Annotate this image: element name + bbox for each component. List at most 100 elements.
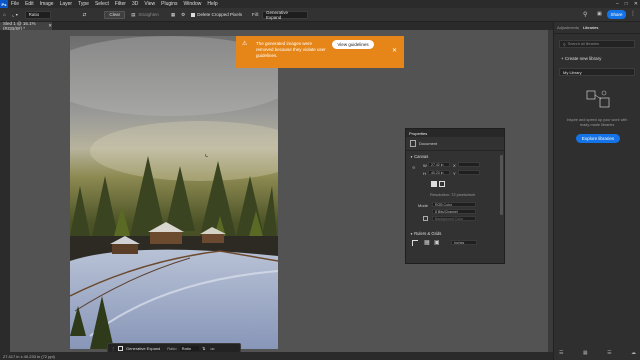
document-canvas-image[interactable] xyxy=(70,36,278,349)
search-icon[interactable]: ⚲ xyxy=(583,11,587,18)
fill-swatch-icon[interactable] xyxy=(423,216,428,221)
close-tab-icon[interactable]: ✕ xyxy=(48,23,52,29)
create-library-link[interactable]: + Create new library xyxy=(561,56,601,61)
menu-help[interactable]: Help xyxy=(204,1,220,7)
search-icon: ⚲ xyxy=(563,42,566,47)
bit-depth-select[interactable]: 8 Bits/Channel xyxy=(432,209,476,214)
straighten-icon[interactable]: ▤ xyxy=(131,12,135,18)
document-label: Document xyxy=(419,141,438,146)
library-search-input[interactable]: ⚲ Search all libraries xyxy=(559,40,635,48)
properties-title: Properties xyxy=(409,130,428,136)
generative-expand-icon[interactable] xyxy=(118,345,123,351)
overlay-grid-icon[interactable]: ▦ xyxy=(171,12,175,18)
width-input[interactable]: 27.42 in xyxy=(428,162,450,167)
search-placeholder: Search all libraries xyxy=(567,42,600,46)
document-tab-bar: Sled 1 @ 16.1% (RGB/8#) * ✕ xyxy=(0,21,553,31)
maximize-icon[interactable]: □ xyxy=(625,1,628,7)
panel-bottom-icons: ☰ ▦ ☰ ☁ xyxy=(559,350,636,356)
status-bar: 27.417 in x 40.233 in (72 ppi) xyxy=(0,352,553,360)
clear-label: Clear xyxy=(109,12,121,17)
y-input[interactable] xyxy=(458,170,480,175)
menu-filter[interactable]: Filter xyxy=(112,1,129,7)
chevron-down-icon[interactable]: ▼ xyxy=(15,13,18,17)
mode-select[interactable]: RGB Color xyxy=(432,202,476,207)
menu-window[interactable]: Window xyxy=(181,1,205,7)
portrait-icon[interactable] xyxy=(431,181,437,187)
delete-cropped-label: Delete Cropped Pixels xyxy=(197,12,242,17)
tools-panel xyxy=(0,30,10,360)
crop-cursor-icon: ⌞ xyxy=(205,151,209,158)
share-button[interactable]: Share xyxy=(607,10,626,19)
y-label: Y xyxy=(453,171,456,176)
guides-icon[interactable]: ▣ xyxy=(434,239,440,246)
fill-select[interactable]: Generative Expand xyxy=(262,9,308,20)
delete-cropped-checkbox[interactable] xyxy=(191,12,196,17)
document-tab[interactable]: Sled 1 @ 16.1% (RGB/8#) * ✕ xyxy=(0,21,52,31)
swap-icon[interactable]: ⇄ xyxy=(83,12,87,18)
workspace-icon[interactable]: ▣ xyxy=(597,11,602,17)
photoshop-logo: Ps xyxy=(0,0,8,8)
explore-libraries-button[interactable]: Explore libraries xyxy=(576,134,620,143)
view-guidelines-button[interactable]: View guidelines xyxy=(332,40,374,49)
warning-icon: ⚠ xyxy=(242,41,248,47)
height-input[interactable]: 40.23 in xyxy=(428,170,450,175)
clear-button[interactable]: Clear xyxy=(104,10,126,19)
list-view-icon[interactable]: ☰ xyxy=(607,350,611,356)
menu-plugins[interactable]: Plugins xyxy=(158,1,180,7)
menu-file[interactable]: File xyxy=(8,1,22,7)
generative-expand-button[interactable]: Generative Expand xyxy=(126,346,160,351)
h-label: H xyxy=(423,171,426,176)
menu-view[interactable]: View xyxy=(141,1,158,7)
menu-select[interactable]: Select xyxy=(92,1,112,7)
grid-icon[interactable]: ▦ xyxy=(424,239,430,246)
properties-scrollbar[interactable] xyxy=(500,155,503,215)
crop-tool-icon[interactable]: ⌞ xyxy=(12,12,14,18)
x-label: X xyxy=(453,163,456,168)
menu-layer[interactable]: Layer xyxy=(57,1,76,7)
more-options-icon[interactable]: ⋮ xyxy=(630,10,636,17)
more-icon[interactable]: ••• xyxy=(210,346,214,351)
tab-libraries[interactable]: Libraries xyxy=(583,25,598,30)
chevron-down-icon: ▼ xyxy=(410,232,413,236)
ruler-icon[interactable] xyxy=(412,240,418,246)
ratio-dropdown[interactable]: Ratio xyxy=(179,345,199,351)
status-text: 27.417 in x 40.233 in (72 ppi) xyxy=(3,354,55,359)
cloud-icon[interactable]: ☁ xyxy=(631,350,636,356)
fill-label: Fill: xyxy=(252,12,259,17)
canvas-section-header[interactable]: ▼ Canvas xyxy=(406,151,504,162)
warning-message: The generated images were removed becaus… xyxy=(256,41,326,58)
ratio-value: Ratio xyxy=(28,12,40,17)
rulers-section-header[interactable]: ▼ Rulers & Grids xyxy=(406,228,504,239)
minimize-icon[interactable]: – xyxy=(616,1,619,7)
menu-edit[interactable]: Edit xyxy=(22,1,37,7)
units-select[interactable]: Inches xyxy=(451,240,477,245)
menu-image[interactable]: Image xyxy=(37,1,57,7)
mode-label: Mode xyxy=(418,203,429,208)
filter-icon[interactable]: ☰ xyxy=(559,350,563,356)
fill-value: Generative Expand xyxy=(266,9,289,20)
tab-adjustments[interactable]: Adjustments xyxy=(557,25,579,30)
close-window-icon[interactable]: ✕ xyxy=(634,1,638,7)
menu-3d[interactable]: 3D xyxy=(129,1,141,7)
drag-handle-icon[interactable]: ⋮ xyxy=(111,346,115,351)
properties-header[interactable]: Properties xyxy=(406,129,504,137)
library-select-value: My Library xyxy=(563,69,582,75)
landscape-icon[interactable] xyxy=(439,181,445,187)
x-input[interactable] xyxy=(458,162,480,167)
library-illustration-icon xyxy=(586,90,610,108)
window-controls: – □ ✕ xyxy=(616,0,638,8)
link-dimensions-icon[interactable]: ∝ xyxy=(412,165,416,171)
ratio-select[interactable]: Ratio xyxy=(24,10,51,19)
orientation-icon[interactable]: ⇅ xyxy=(202,346,205,351)
background-fill-select[interactable]: Background Color xyxy=(432,216,476,221)
library-select[interactable]: My Library xyxy=(559,68,635,76)
empty-library-text: Inspire and speed up your work with read… xyxy=(566,118,628,127)
straighten-label: Straighten xyxy=(138,12,159,17)
menu-type[interactable]: Type xyxy=(75,1,92,7)
close-banner-icon[interactable]: ✕ xyxy=(392,47,397,54)
document-row: Document xyxy=(406,137,504,151)
home-icon[interactable]: ⌂ xyxy=(3,12,9,17)
generation-warning-banner: ⚠ The generated images were removed beca… xyxy=(236,36,404,68)
grid-view-icon[interactable]: ▦ xyxy=(583,350,588,356)
gear-icon[interactable]: ⚙ xyxy=(181,12,185,18)
